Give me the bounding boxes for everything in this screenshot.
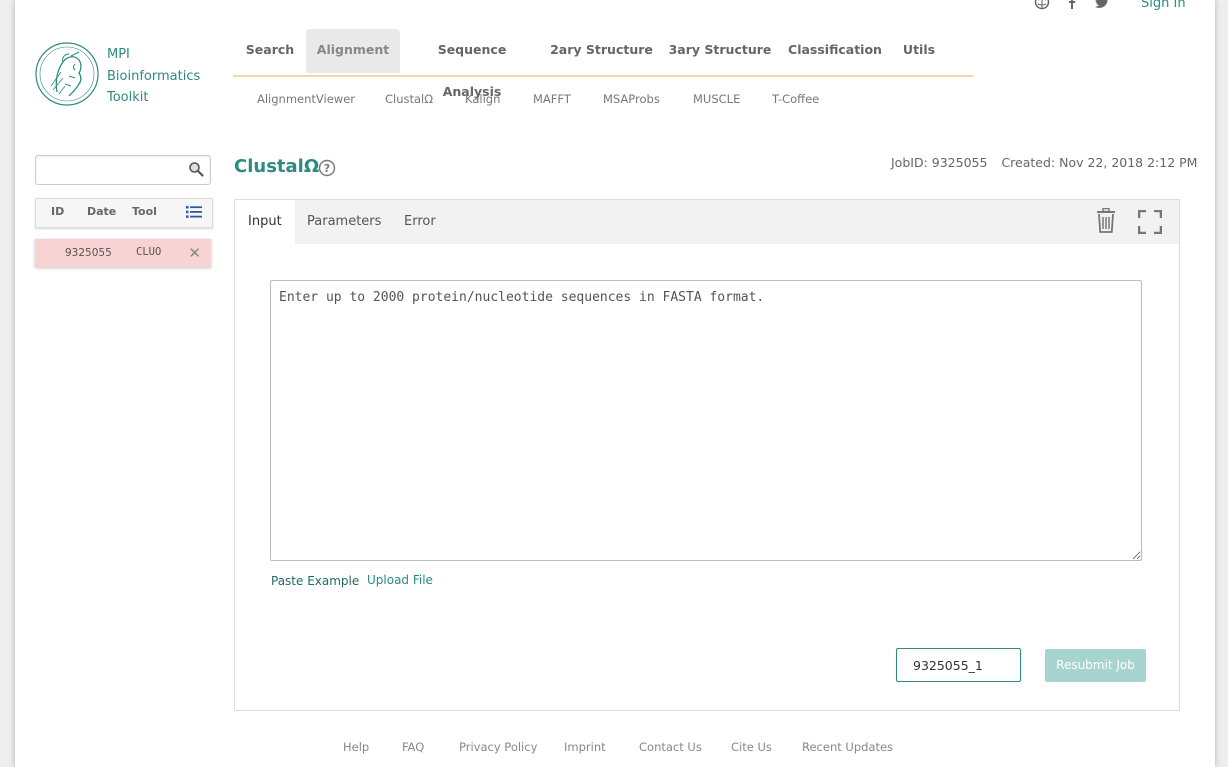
paste-example-link[interactable]: Paste Example (271, 574, 359, 588)
job-info: JobID: 9325055 Created: Nov 22, 2018 2:12… (891, 155, 1197, 170)
subnav-mafft[interactable]: MAFFT (533, 92, 571, 106)
footer-cite[interactable]: Cite Us (731, 740, 772, 754)
logo-line3: Toolkit (107, 90, 149, 105)
logo-text: MPI Bioinformatics Toolkit (107, 44, 200, 109)
resubmit-job-button[interactable]: Resubmit Job (1045, 649, 1146, 682)
logo-line1: MPI (107, 47, 130, 62)
sort-tool[interactable]: Tool (132, 205, 157, 218)
sign-in-link[interactable]: Sign In (1141, 0, 1186, 11)
tool-title: ClustalΩ (234, 156, 320, 177)
job-name-input[interactable] (896, 648, 1021, 682)
footer-faq[interactable]: FAQ (402, 740, 424, 754)
sequence-input[interactable] (270, 280, 1142, 561)
upload-file-link[interactable]: Upload File (367, 573, 433, 587)
logo-line2: Bioinformatics (107, 68, 201, 84)
subnav-tcoffee[interactable]: T-Coffee (772, 92, 819, 106)
subnav-clustalo[interactable]: ClustalΩ (385, 92, 433, 106)
twitter-icon[interactable] (1094, 0, 1110, 10)
job-list-icon[interactable] (186, 205, 202, 219)
subnav-muscle[interactable]: MUSCLE (693, 92, 740, 106)
trash-icon[interactable] (1095, 208, 1117, 234)
footer-imprint[interactable]: Imprint (564, 740, 606, 754)
tab-input[interactable]: Input (235, 200, 295, 244)
nav-alignment[interactable]: Alignment (306, 29, 400, 73)
fullscreen-icon[interactable] (1138, 210, 1162, 234)
page: Sign In MPI Bioinformatics Toolkit Searc… (15, 0, 1215, 767)
sort-date[interactable]: Date (87, 205, 116, 218)
subnav-kalign[interactable]: Kalign (465, 92, 500, 106)
footer-help[interactable]: Help (343, 740, 369, 754)
footer-contact[interactable]: Contact Us (639, 740, 702, 754)
tab-parameters[interactable]: Parameters (294, 200, 394, 244)
main-nav: Search Alignment Sequence Analysis 2ary … (233, 29, 973, 99)
footer-updates[interactable]: Recent Updates (802, 740, 893, 754)
sort-id[interactable]: ID (51, 205, 64, 218)
job-item-id: 9325055 (65, 247, 112, 259)
footer-privacy[interactable]: Privacy Policy (459, 740, 537, 754)
nav-search[interactable]: Search (240, 29, 300, 73)
job-search-input[interactable] (35, 155, 211, 185)
nav-sequence-analysis[interactable]: Sequence Analysis (411, 29, 533, 99)
minerva-logo-icon (35, 42, 99, 106)
nav-utils[interactable]: Utils (897, 29, 941, 73)
job-list-item[interactable]: 9325055 CLUO ✕ (35, 239, 211, 267)
subnav-msaprobs[interactable]: MSAProbs (603, 92, 660, 106)
facebook-icon[interactable] (1064, 0, 1080, 10)
job-created-label: Created: Nov 22, 2018 2:12 PM (1001, 155, 1198, 170)
nav-classification[interactable]: Classification (786, 29, 884, 73)
tab-bar: Input Parameters Error (235, 200, 1179, 244)
job-panel: Input Parameters Error Paste Example Upl… (234, 199, 1180, 711)
close-icon[interactable]: ✕ (188, 246, 201, 261)
subnav-alignmentviewer[interactable]: AlignmentViewer (257, 92, 355, 106)
svg-text:?: ? (324, 162, 330, 175)
help-icon[interactable]: ? (318, 159, 336, 177)
job-id-label: JobID: 9325055 (891, 155, 988, 170)
search-icon[interactable] (188, 161, 204, 177)
tab-error[interactable]: Error (391, 200, 449, 244)
nav-2ary-structure[interactable]: 2ary Structure (549, 29, 654, 73)
job-item-tool: CLUO (136, 246, 162, 258)
footer: Help FAQ Privacy Policy Imprint Contact … (15, 740, 1215, 760)
job-list-header: ID Date Tool (35, 198, 213, 228)
globe-icon[interactable] (1034, 0, 1050, 10)
mpi-logo[interactable]: MPI Bioinformatics Toolkit (35, 42, 215, 112)
nav-3ary-structure[interactable]: 3ary Structure (668, 29, 772, 73)
